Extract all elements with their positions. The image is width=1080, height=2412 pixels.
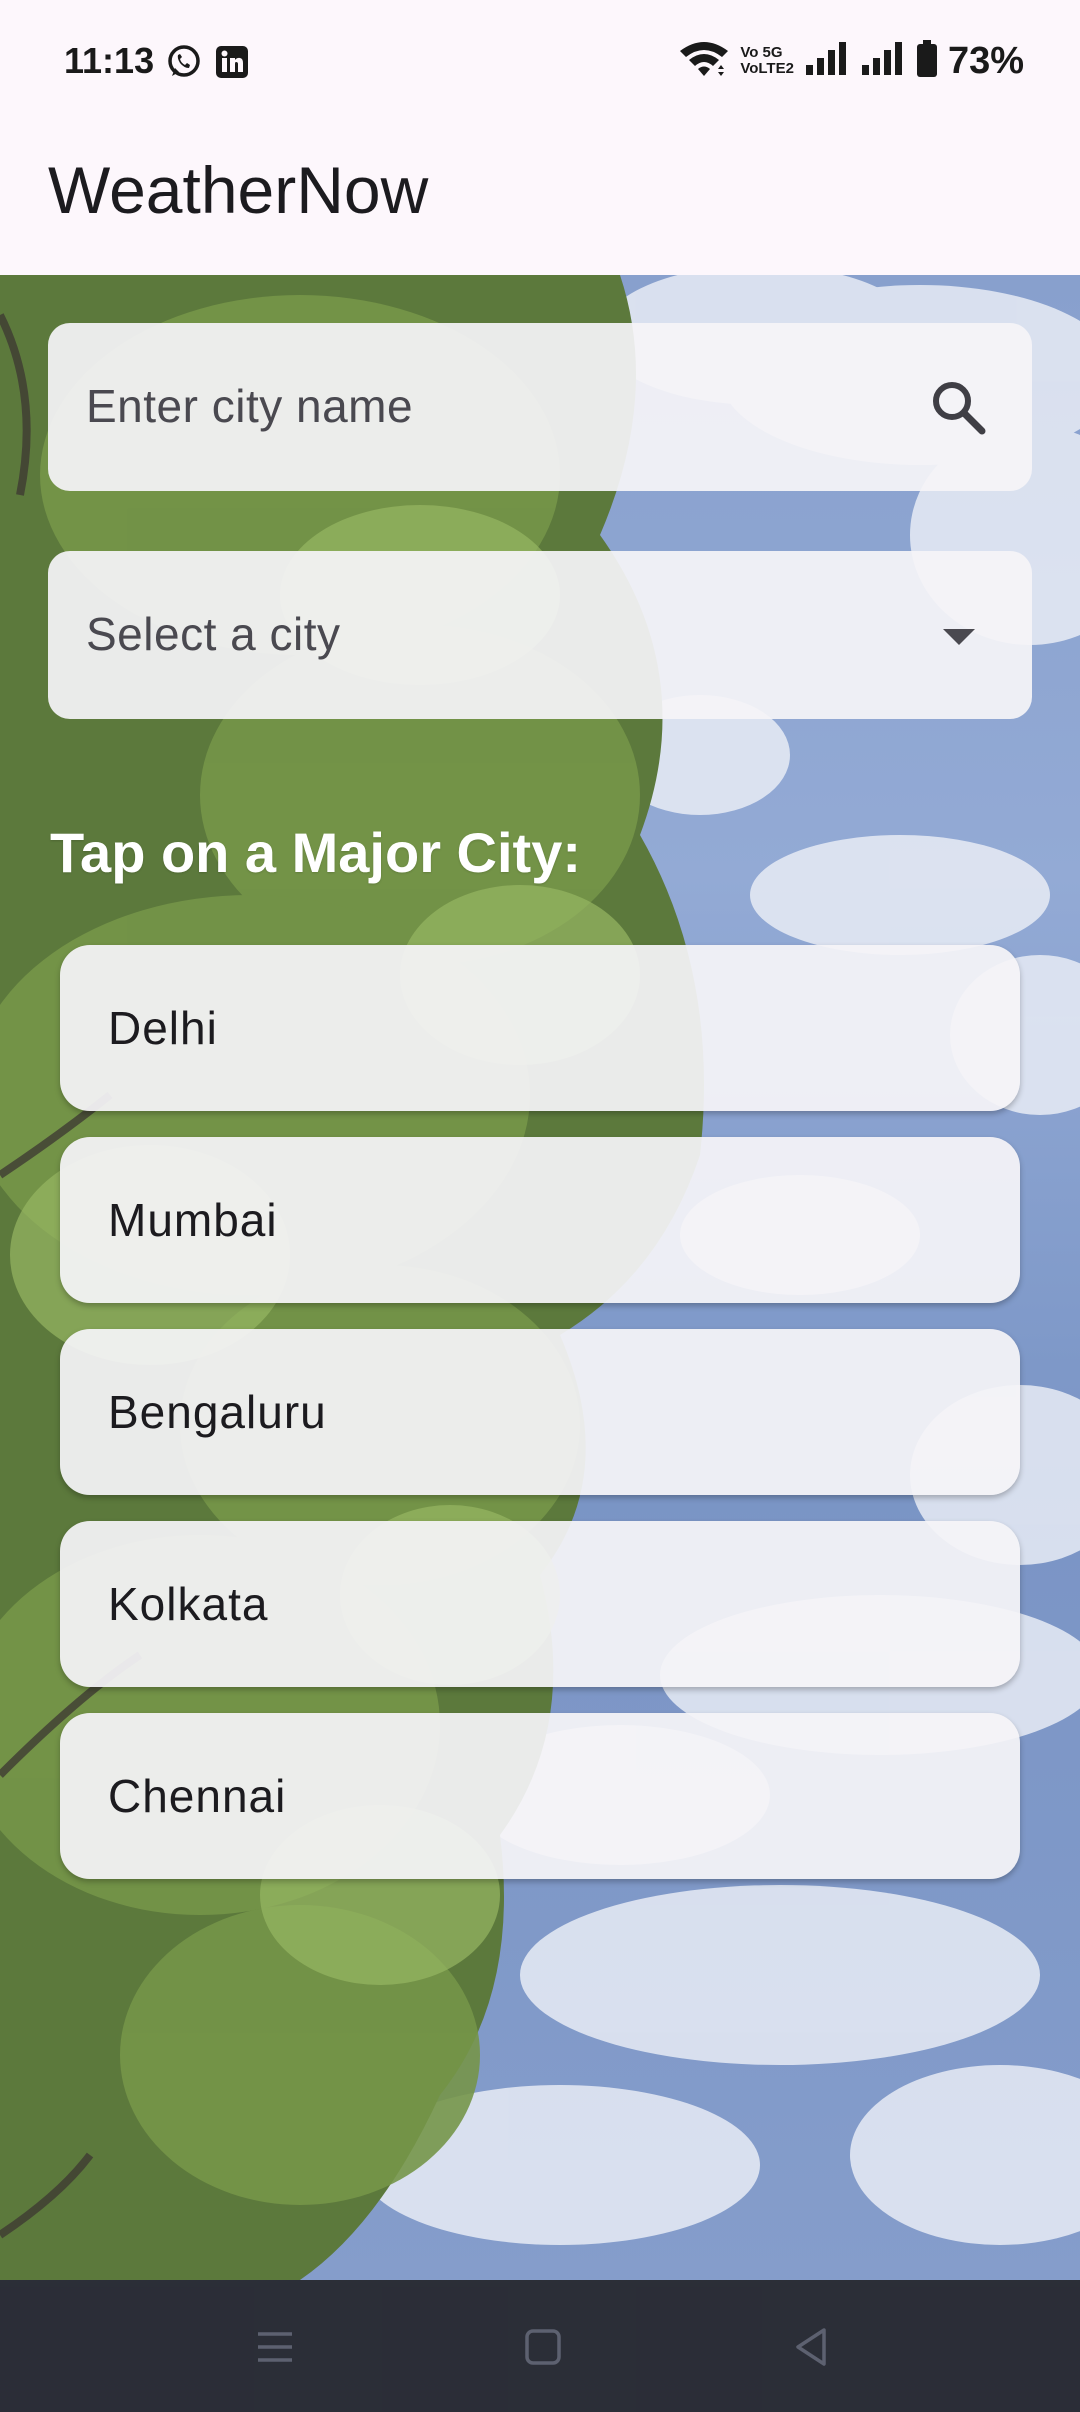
battery-icon — [916, 39, 938, 83]
status-bar: 11:13 Vo 5G VoLTE2 73% — [0, 0, 1080, 120]
volte-icon: Vo 5G VoLTE2 — [740, 45, 794, 77]
menu-icon[interactable] — [250, 2322, 300, 2372]
city-button-label: Delhi — [108, 1002, 218, 1054]
app-bar: WeatherNow — [0, 120, 1080, 275]
city-dropdown[interactable]: Select a city — [48, 551, 1032, 719]
battery-level: 73% — [947, 39, 1024, 82]
city-dropdown-value: Select a city — [86, 608, 341, 660]
signal-icon-2 — [860, 41, 906, 82]
dropdown-arrow-icon[interactable] — [926, 603, 992, 669]
signal-icon — [804, 41, 850, 82]
search-input[interactable]: Enter city name — [86, 379, 413, 433]
search-icon[interactable] — [926, 375, 992, 441]
back-icon[interactable] — [786, 2322, 836, 2372]
home-icon[interactable] — [518, 2322, 568, 2372]
linkedin-icon — [214, 44, 250, 80]
city-button-kolkata[interactable]: Kolkata — [60, 1521, 1020, 1687]
city-button-label: Kolkata — [108, 1578, 269, 1630]
system-nav-bar — [0, 2280, 1080, 2412]
city-button-label: Chennai — [108, 1770, 287, 1822]
major-cities-heading: Tap on a Major City: — [50, 821, 581, 884]
city-search-field[interactable]: Enter city name — [48, 323, 1032, 491]
status-time: 11:13 — [64, 40, 155, 81]
city-button-mumbai[interactable]: Mumbai — [60, 1137, 1020, 1303]
city-button-label: Mumbai — [108, 1194, 278, 1246]
city-button-delhi[interactable]: Delhi — [60, 945, 1020, 1111]
background-image: Enter city name Select a city Tap on a M… — [0, 275, 1080, 2280]
whatsapp-icon — [166, 44, 202, 80]
network-label-top: Vo 5G — [740, 44, 783, 61]
status-icons: Vo 5G VoLTE2 73% — [678, 36, 1024, 86]
city-button-chennai[interactable]: Chennai — [60, 1713, 1020, 1879]
city-button-bengaluru[interactable]: Bengaluru — [60, 1329, 1020, 1495]
wifi-icon — [678, 39, 730, 84]
app-title: WeatherNow — [48, 153, 429, 227]
city-button-label: Bengaluru — [108, 1386, 327, 1438]
network-label-bottom: VoLTE2 — [740, 60, 794, 77]
